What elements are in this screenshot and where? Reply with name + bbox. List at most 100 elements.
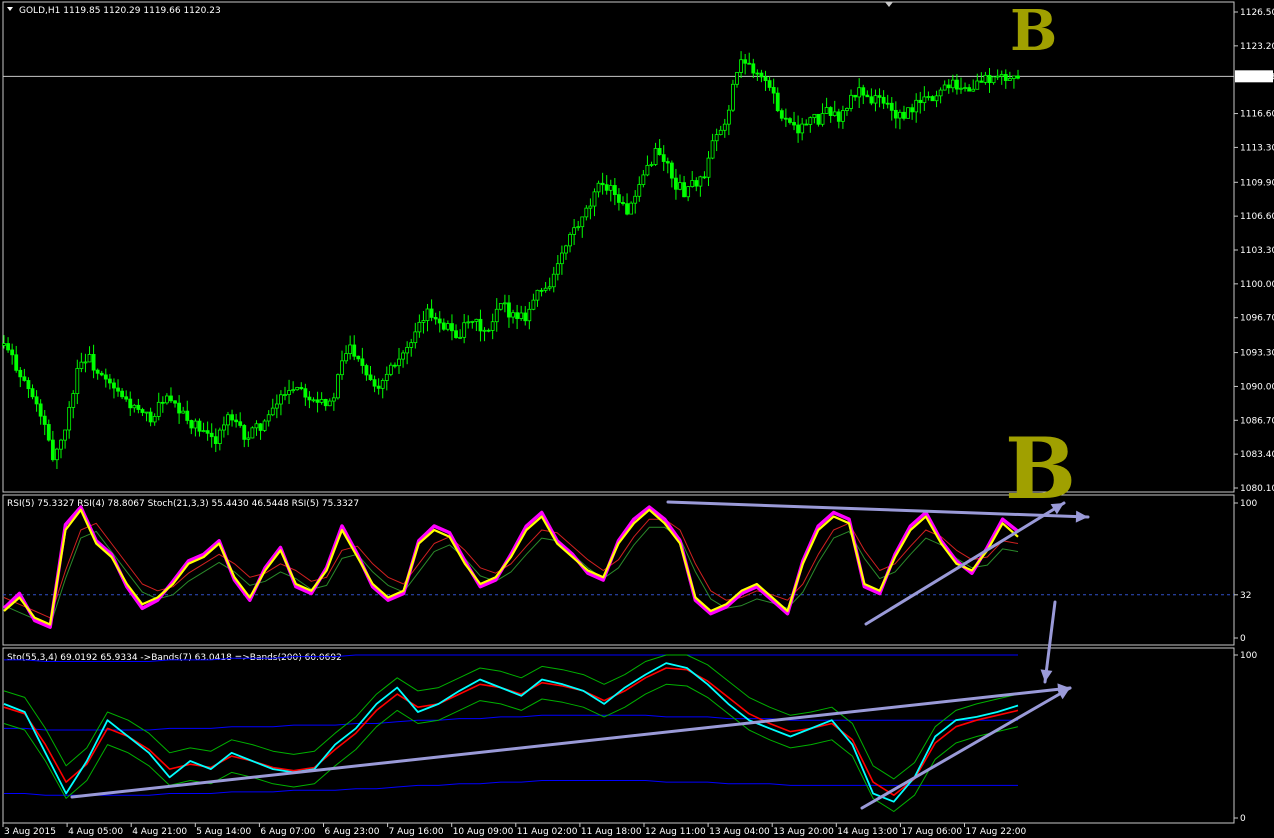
chart-window: GOLD,H1 1119.85 1120.29 1119.66 1120.23 …: [0, 0, 1274, 838]
candle-body: [515, 312, 520, 319]
candle-body: [779, 110, 784, 119]
candle-body: [181, 410, 186, 414]
candle-body: [405, 346, 410, 354]
symbol-dropdown-icon[interactable]: [7, 7, 13, 11]
candle-body: [177, 402, 182, 414]
candle-body: [152, 416, 157, 423]
candle-body: [747, 62, 752, 65]
candle-body: [494, 308, 499, 323]
candle-body: [926, 96, 931, 98]
time-axis-label: 3 Aug 2015: [4, 827, 56, 837]
series-rsi5: [3, 508, 1019, 626]
candle-body: [336, 374, 340, 399]
candle-body: [140, 409, 145, 413]
candle-body: [164, 395, 169, 404]
candle-body: [364, 365, 369, 376]
candle-body: [116, 387, 120, 392]
candle-body: [401, 352, 405, 360]
candle-body: [963, 87, 967, 89]
candle-body: [315, 399, 320, 403]
candle-body: [295, 387, 300, 391]
candle-body: [999, 74, 1004, 77]
candle-body: [555, 263, 560, 275]
candle-body: [775, 92, 780, 112]
candle-body: [934, 95, 939, 102]
price-axis-current-label: 1120.23: [1238, 72, 1274, 82]
candle-body: [918, 99, 923, 104]
candle-body: [665, 161, 670, 164]
candle-body: [222, 424, 226, 431]
candle-body: [193, 420, 198, 429]
candle-body: [331, 397, 336, 402]
candle-body: [869, 96, 874, 104]
candle-body: [706, 157, 711, 178]
candle-body: [942, 84, 947, 91]
candle-body: [535, 289, 540, 301]
candle-body: [568, 234, 572, 247]
candle-body: [397, 358, 401, 367]
candle-body: [421, 320, 426, 323]
candle-body: [112, 382, 116, 389]
candle-body: [144, 411, 149, 414]
candle-body: [99, 372, 104, 376]
candle-body: [376, 385, 381, 389]
candle-body: [885, 102, 890, 105]
candle-body: [22, 376, 27, 381]
candle-body: [832, 111, 837, 116]
candle-body: [466, 321, 471, 324]
series-rsi4: [2, 505, 1020, 629]
candle-body: [50, 439, 55, 461]
candle-body: [783, 117, 788, 120]
time-axis-label: 4 Aug 05:00: [68, 827, 123, 837]
candle-body: [169, 395, 173, 402]
candle-body: [205, 430, 210, 434]
candle-body: [743, 59, 748, 64]
candle-body: [588, 205, 593, 209]
candle-body: [523, 312, 528, 322]
candle-body: [323, 398, 328, 407]
candle-body: [857, 87, 862, 98]
candle-body: [824, 107, 829, 114]
candle-body: [46, 424, 51, 441]
candle-body: [502, 302, 507, 305]
candle-body: [189, 420, 194, 429]
candle-body: [621, 202, 625, 205]
sto-axis-label: 100: [1240, 651, 1257, 661]
candle-body: [576, 226, 581, 229]
candle-body: [612, 185, 617, 196]
candle-body: [759, 72, 764, 78]
candle-body: [592, 191, 597, 207]
candle-body: [735, 72, 739, 85]
candle-body: [156, 401, 161, 417]
candle-body: [409, 342, 414, 348]
candle-body: [767, 80, 772, 88]
price-axis-label: 1100.00: [1240, 280, 1274, 290]
candle-body: [914, 99, 919, 113]
price-axis-label: 1123.20: [1240, 42, 1274, 52]
candle-body: [217, 429, 222, 445]
candle-body: [226, 414, 230, 426]
candle-body: [641, 174, 646, 185]
candle-body: [372, 379, 377, 387]
candle-body: [600, 182, 605, 186]
candle-body: [498, 303, 503, 310]
candle-body: [356, 355, 361, 360]
candle-body: [873, 95, 878, 104]
candle-body: [209, 432, 214, 438]
candle-body: [250, 427, 255, 439]
candle-body: [674, 177, 678, 190]
chart-canvas[interactable]: GOLD,H1 1119.85 1120.29 1119.66 1120.23 …: [0, 0, 1274, 838]
candle-body: [702, 176, 707, 179]
candle-body: [718, 129, 723, 136]
candle-body: [344, 353, 348, 362]
candle-body: [197, 420, 202, 432]
candle-body: [800, 123, 805, 134]
candle-body: [55, 448, 59, 461]
candle-body: [63, 429, 67, 441]
candle-body: [445, 323, 450, 330]
candle-body: [849, 94, 853, 109]
candle-body: [425, 308, 430, 321]
candle-body: [511, 312, 515, 318]
candle-body: [450, 323, 454, 332]
time-axis-label: 11 Aug 02:00: [517, 827, 578, 837]
